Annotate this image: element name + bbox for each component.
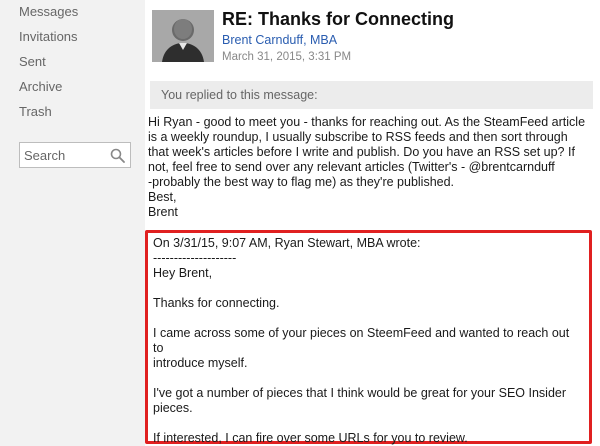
message-date: March 31, 2015, 3:31 PM bbox=[222, 51, 352, 63]
sidebar: Messages Invitations Sent Archive Trash bbox=[0, 0, 145, 446]
quote-paragraph: I came across some of your pieces on Ste… bbox=[153, 326, 570, 355]
sidebar-item-invitations[interactable]: Invitations bbox=[19, 29, 78, 44]
replied-notice: You replied to this message: bbox=[150, 81, 593, 109]
body-line: Hi Ryan - good to meet you - thanks for … bbox=[148, 115, 586, 129]
sidebar-item-messages[interactable]: Messages bbox=[19, 4, 78, 19]
quoted-message: On 3/31/15, 9:07 AM, Ryan Stewart, MBA w… bbox=[153, 236, 583, 446]
quote-header: On 3/31/15, 9:07 AM, Ryan Stewart, MBA w… bbox=[153, 236, 421, 250]
quote-separator: -------------------- bbox=[153, 251, 237, 265]
search-box bbox=[19, 142, 131, 168]
avatar[interactable] bbox=[152, 10, 214, 62]
sidebar-item-sent[interactable]: Sent bbox=[19, 54, 46, 69]
message-body: Hi Ryan - good to meet you - thanks for … bbox=[148, 115, 593, 220]
quote-paragraph: pieces. bbox=[153, 401, 193, 415]
body-line: that week's articles before I write and … bbox=[148, 145, 575, 159]
quote-paragraph: If interested, I can fire over some URLs… bbox=[153, 431, 468, 445]
body-line: Brent bbox=[148, 205, 178, 219]
quote-paragraph: introduce myself. bbox=[153, 356, 248, 370]
search-icon[interactable] bbox=[110, 148, 125, 163]
quote-greeting: Hey Brent, bbox=[153, 266, 213, 280]
body-line: is a weekly roundup, I usually subscribe… bbox=[148, 130, 568, 144]
quote-paragraph: Thanks for connecting. bbox=[153, 296, 280, 310]
sidebar-item-trash[interactable]: Trash bbox=[19, 104, 52, 119]
body-line: Best, bbox=[148, 190, 177, 204]
sidebar-item-archive[interactable]: Archive bbox=[19, 79, 62, 94]
quote-paragraph: I've got a number of pieces that I think… bbox=[153, 386, 567, 400]
search-input[interactable] bbox=[20, 143, 108, 167]
message-pane: RE: Thanks for Connecting Brent Carnduff… bbox=[145, 0, 600, 446]
message-subject: RE: Thanks for Connecting bbox=[222, 9, 455, 29]
body-line: not, feel free to send over any relevant… bbox=[148, 160, 555, 174]
quoted-message-highlight: On 3/31/15, 9:07 AM, Ryan Stewart, MBA w… bbox=[145, 230, 592, 446]
sender-name-link[interactable]: Brent Carnduff, MBA bbox=[222, 33, 337, 47]
body-line: -probably the best way to flag me) as th… bbox=[148, 175, 455, 189]
